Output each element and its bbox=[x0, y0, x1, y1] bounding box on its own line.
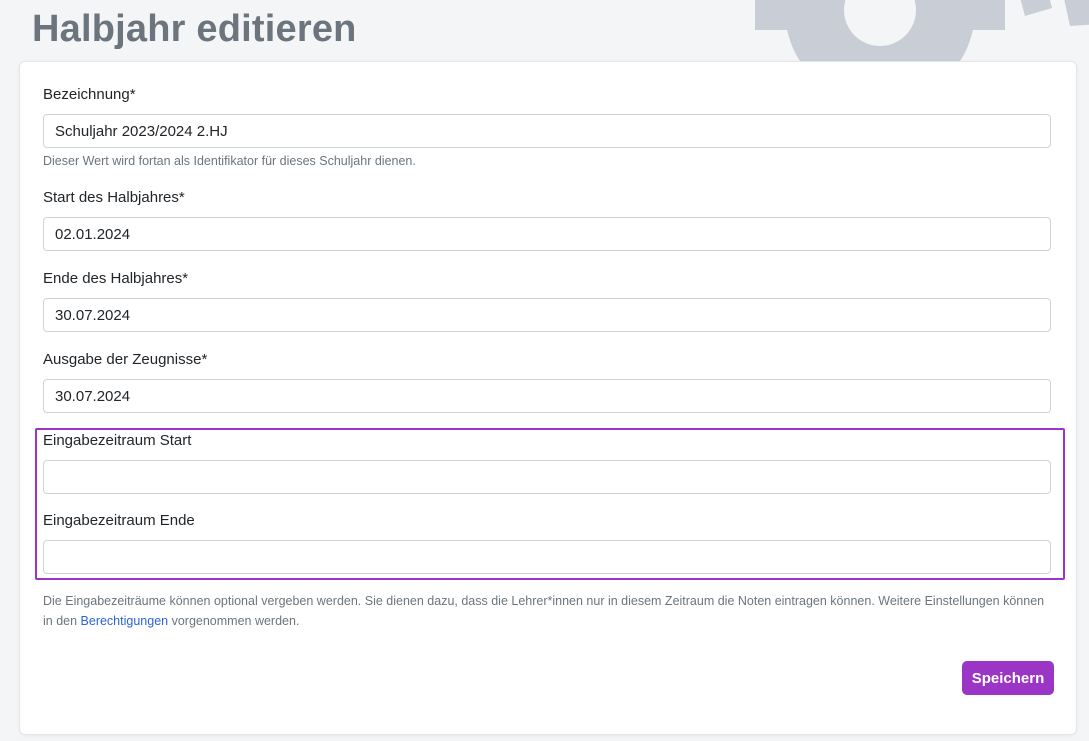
report-date-input[interactable] bbox=[43, 379, 1051, 413]
save-button[interactable]: Speichern bbox=[962, 661, 1054, 695]
permissions-link[interactable]: Berechtigungen bbox=[81, 614, 169, 628]
input-period-end-label: Eingabezeitraum Ende bbox=[43, 512, 195, 529]
help-text-after: vorgenommen werden. bbox=[168, 614, 300, 628]
bezeichnung-label: Bezeichnung* bbox=[43, 86, 136, 103]
bezeichnung-help-text: Dieser Wert wird fortan als Identifikato… bbox=[43, 154, 416, 168]
input-period-start-label: Eingabezeitraum Start bbox=[43, 432, 192, 449]
start-date-input[interactable] bbox=[43, 217, 1051, 251]
end-date-input[interactable] bbox=[43, 298, 1051, 332]
bezeichnung-input[interactable] bbox=[43, 114, 1051, 148]
input-period-start-input[interactable] bbox=[43, 460, 1051, 494]
end-label: Ende des Halbjahres* bbox=[43, 270, 189, 287]
report-date-label: Ausgabe der Zeugnisse* bbox=[43, 351, 208, 368]
edit-form-card: Bezeichnung* Dieser Wert wird fortan als… bbox=[19, 61, 1077, 735]
input-period-end-input[interactable] bbox=[43, 540, 1051, 574]
page-title: Halbjahr editieren bbox=[32, 8, 357, 50]
input-period-help-text: Die Eingabezeiträume können optional ver… bbox=[43, 591, 1053, 631]
start-label: Start des Halbjahres* bbox=[43, 189, 185, 206]
